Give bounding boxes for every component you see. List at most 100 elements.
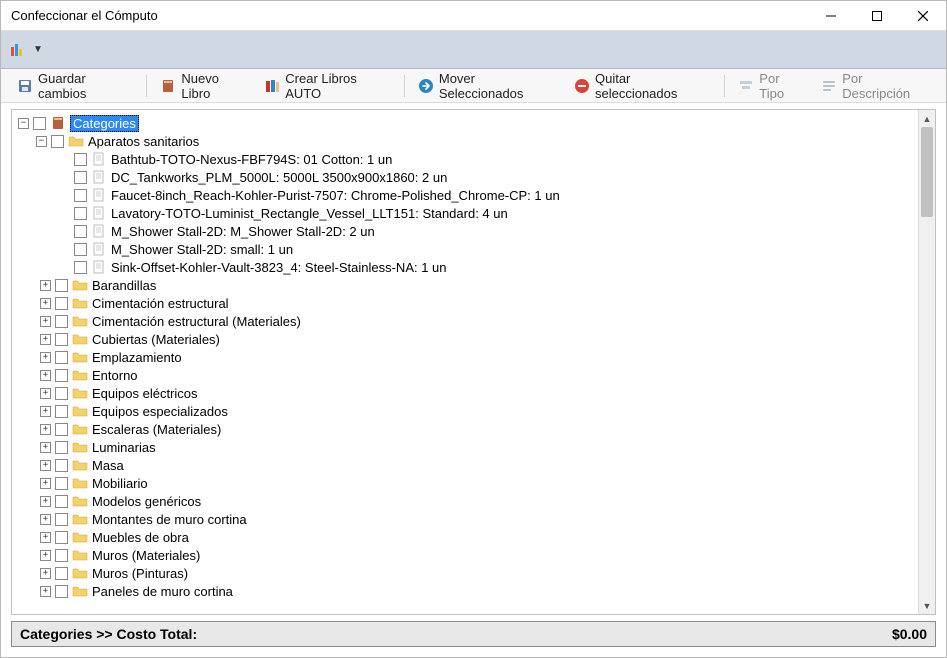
scroll-thumb[interactable] [921, 127, 933, 217]
expand-icon[interactable]: + [40, 442, 51, 453]
expand-icon[interactable]: + [40, 514, 51, 525]
create-auto-button[interactable]: Crear Libros AUTO [258, 68, 397, 104]
expand-icon[interactable]: + [40, 388, 51, 399]
tree-folder-collapsed[interactable]: +Masa [40, 456, 912, 474]
tree-folder-open[interactable]: − Aparatos sanitarios [36, 132, 912, 150]
scroll-up-icon[interactable]: ▲ [919, 110, 935, 127]
by-description-button[interactable]: Por Descripción [815, 68, 936, 104]
expand-icon[interactable]: + [40, 532, 51, 543]
tree-folder-collapsed[interactable]: +Muros (Pinturas) [40, 564, 912, 582]
by-type-button[interactable]: Por Tipo [732, 68, 811, 104]
checkbox[interactable] [55, 513, 68, 526]
checkbox[interactable] [55, 477, 68, 490]
expand-icon[interactable]: + [40, 316, 51, 327]
tree-folder-collapsed[interactable]: +Luminarias [40, 438, 912, 456]
checkbox[interactable] [74, 225, 87, 238]
expand-icon[interactable]: + [40, 280, 51, 291]
checkbox[interactable] [55, 549, 68, 562]
collapse-icon[interactable]: − [36, 136, 47, 147]
folder-label: Escaleras (Materiales) [92, 422, 221, 437]
checkbox[interactable] [55, 351, 68, 364]
checkbox[interactable] [55, 441, 68, 454]
expand-icon[interactable]: + [40, 478, 51, 489]
tree-folder-collapsed[interactable]: +Equipos eléctricos [40, 384, 912, 402]
expand-icon[interactable]: + [40, 550, 51, 561]
checkbox[interactable] [55, 315, 68, 328]
checkbox[interactable] [55, 459, 68, 472]
tree-leaf[interactable]: M_Shower Stall-2D: small: 1 un [74, 240, 912, 258]
expand-icon[interactable]: + [40, 568, 51, 579]
expand-icon[interactable]: + [40, 460, 51, 471]
tree-folder-collapsed[interactable]: +Montantes de muro cortina [40, 510, 912, 528]
tree-root-node[interactable]: − Categories [18, 114, 912, 132]
checkbox[interactable] [55, 585, 68, 598]
tree-folder-collapsed[interactable]: +Muros (Materiales) [40, 546, 912, 564]
tree-leaf[interactable]: DC_Tankworks_PLM_5000L: 5000L 3500x900x1… [74, 168, 912, 186]
checkbox[interactable] [55, 333, 68, 346]
new-book-button[interactable]: Nuevo Libro [154, 68, 254, 104]
checkbox[interactable] [55, 423, 68, 436]
tree-folder-collapsed[interactable]: +Emplazamiento [40, 348, 912, 366]
maximize-button[interactable] [854, 1, 900, 30]
checkbox[interactable] [55, 495, 68, 508]
tree-leaf[interactable]: Lavatory-TOTO-Luminist_Rectangle_Vessel_… [74, 204, 912, 222]
minimize-button[interactable] [808, 1, 854, 30]
scroll-down-icon[interactable]: ▼ [919, 597, 935, 614]
scroll-track[interactable] [919, 127, 935, 597]
checkbox[interactable] [51, 135, 64, 148]
tree-leaf[interactable]: M_Shower Stall-2D: M_Shower Stall-2D: 2 … [74, 222, 912, 240]
collapse-icon[interactable]: − [18, 118, 29, 129]
leaf-label: Sink-Offset-Kohler-Vault-3823_4: Steel-S… [111, 260, 447, 275]
expand-icon[interactable]: + [40, 370, 51, 381]
tree-folder-collapsed[interactable]: +Equipos especializados [40, 402, 912, 420]
tree-folder-collapsed[interactable]: + Cimentación estructural (Materiales) [40, 312, 912, 330]
checkbox[interactable] [74, 207, 87, 220]
expand-icon[interactable]: + [40, 352, 51, 363]
checkbox[interactable] [74, 261, 87, 274]
tree-folder-collapsed[interactable]: +Cubiertas (Materiales) [40, 330, 912, 348]
tree-folder-collapsed[interactable]: +Modelos genéricos [40, 492, 912, 510]
checkbox[interactable] [55, 531, 68, 544]
checkbox[interactable] [33, 117, 46, 130]
checkbox[interactable] [74, 171, 87, 184]
folder-label: Cimentación estructural (Materiales) [92, 314, 301, 329]
checkbox[interactable] [55, 369, 68, 382]
root-label: Categories [70, 115, 139, 132]
expand-icon[interactable]: + [40, 406, 51, 417]
expand-icon[interactable]: + [40, 298, 51, 309]
tree-leaf[interactable]: Sink-Offset-Kohler-Vault-3823_4: Steel-S… [74, 258, 912, 276]
checkbox[interactable] [55, 405, 68, 418]
close-button[interactable] [900, 1, 946, 30]
tree-folder-collapsed[interactable]: +Entorno [40, 366, 912, 384]
leaf-label: M_Shower Stall-2D: M_Shower Stall-2D: 2 … [111, 224, 375, 239]
remove-selected-button[interactable]: Quitar seleccionados [568, 68, 717, 104]
checkbox[interactable] [74, 189, 87, 202]
checkbox[interactable] [74, 243, 87, 256]
scrollbar-vertical[interactable]: ▲ ▼ [918, 110, 935, 614]
checkbox[interactable] [74, 153, 87, 166]
folder-label: Mobiliario [92, 476, 148, 491]
folder-icon [72, 277, 88, 293]
tree-folder-collapsed[interactable]: + Escaleras (Materiales) [40, 420, 912, 438]
checkbox[interactable] [55, 387, 68, 400]
tree-panel: − Categories − Aparatos sanitarios Batht… [11, 109, 936, 615]
tree-folder-collapsed[interactable]: +Paneles de muro cortina [40, 582, 912, 600]
move-selected-button[interactable]: Mover Seleccionados [412, 68, 564, 104]
tree-folder-collapsed[interactable]: +Barandillas [40, 276, 912, 294]
save-button[interactable]: Guardar cambios [11, 68, 139, 104]
expand-icon[interactable]: + [40, 424, 51, 435]
tree-folder-collapsed[interactable]: + Mobiliario [40, 474, 912, 492]
checkbox[interactable] [55, 297, 68, 310]
tree-folder-collapsed[interactable]: +Muebles de obra [40, 528, 912, 546]
tree-folder-collapsed[interactable]: +Cimentación estructural [40, 294, 912, 312]
checkbox[interactable] [55, 567, 68, 580]
checkbox[interactable] [55, 279, 68, 292]
appbar-dropdown[interactable]: ▼ [31, 42, 45, 57]
expand-icon[interactable]: + [40, 334, 51, 345]
tree-leaf[interactable]: Faucet-8inch_Reach-Kohler-Purist-7507: C… [74, 186, 912, 204]
tree-view[interactable]: − Categories − Aparatos sanitarios Batht… [12, 110, 918, 614]
expand-icon[interactable]: + [40, 586, 51, 597]
folder-icon [72, 547, 88, 563]
tree-leaf[interactable]: Bathtub-TOTO-Nexus-FBF794S: 01 Cotton: 1… [74, 150, 912, 168]
expand-icon[interactable]: + [40, 496, 51, 507]
